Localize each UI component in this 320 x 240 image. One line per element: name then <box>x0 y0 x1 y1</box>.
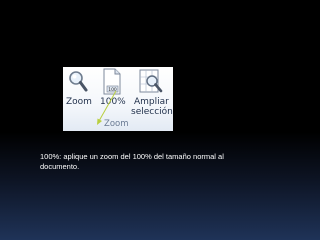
ribbon-group-label: Zoom <box>104 119 129 129</box>
svg-text:100: 100 <box>108 87 117 93</box>
zoom-selection-icon <box>139 69 163 93</box>
zoom-selection-label-line1: Ampliar <box>134 97 169 107</box>
caption-text: 100%: aplique un zoom del 100% del tamañ… <box>40 152 224 171</box>
ribbon-zoom-group: Zoom 100 100% Ampliar selección Zoom <box>63 67 173 131</box>
zoom-button[interactable]: Zoom <box>63 67 93 117</box>
hundred-percent-button[interactable]: 100 100% <box>96 67 126 117</box>
zoom-selection-button[interactable]: Ampliar selección <box>131 67 173 117</box>
zoom-selection-label-line2: selección <box>131 107 173 117</box>
zoom-button-label: Zoom <box>66 97 92 107</box>
page-100-icon: 100 <box>103 68 121 95</box>
magnifier-icon <box>69 71 88 92</box>
hundred-percent-label: 100% <box>100 97 126 107</box>
